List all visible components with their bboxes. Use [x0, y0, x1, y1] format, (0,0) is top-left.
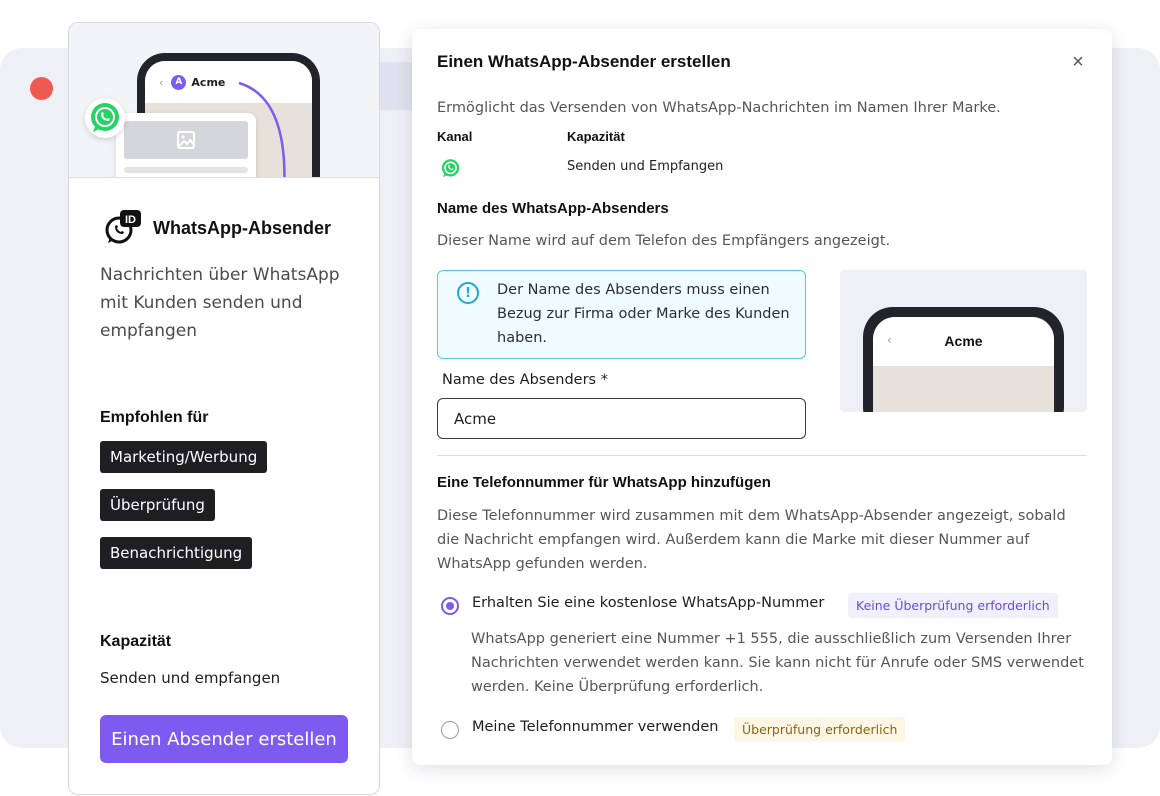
own-number-label[interactable]: Meine Telefonnummer verwenden	[472, 719, 718, 735]
info-text: Der Name des Absenders muss einen Bezug …	[497, 282, 790, 346]
no-verification-badge: Keine Überprüfung erforderlich	[848, 593, 1058, 618]
window-close-dot[interactable]	[30, 77, 53, 100]
card-title-row: ID WhatsApp-Absender	[103, 210, 331, 246]
sender-name-input[interactable]	[437, 398, 806, 439]
sender-id-icon: ID	[105, 210, 141, 244]
svg-text:ID: ID	[125, 214, 136, 226]
tag-marketing: Marketing/Werbung	[100, 441, 268, 473]
whatsapp-badge	[85, 98, 125, 138]
capacity-value: Senden und empfangen	[100, 669, 281, 687]
background-bar	[380, 62, 414, 110]
capacity-label: Kapazität	[567, 129, 625, 144]
info-callout: ! Der Name des Absenders muss einen Bezu…	[437, 270, 806, 359]
phone-contact-name: Acme	[191, 75, 226, 89]
arrow-icon	[238, 81, 286, 177]
phone-number-heading: Eine Telefonnummer für WhatsApp hinzufüg…	[437, 474, 771, 491]
card-title: WhatsApp-Absender	[153, 217, 332, 238]
hero-illustration: ‹ A Acme	[69, 23, 379, 178]
own-number-radio[interactable]	[441, 721, 459, 739]
verification-required-badge: Überprüfung erforderlich	[734, 717, 906, 742]
sender-name-heading: Name des WhatsApp-Absenders	[437, 200, 669, 217]
whatsapp-sender-card: ‹ A Acme ID WhatsApp-Absender Nachrichte…	[68, 22, 380, 795]
back-chevron-icon: ‹	[159, 75, 164, 89]
sender-name-description: Dieser Name wird auf dem Telefon des Emp…	[437, 233, 891, 249]
phone-preview: ‹ Acme	[840, 270, 1087, 412]
whatsapp-icon	[441, 159, 460, 178]
image-icon	[177, 131, 195, 149]
create-sender-modal: Einen WhatsApp-Absender erstellen × Ermö…	[412, 29, 1112, 765]
tag-notification: Benachrichtigung	[100, 537, 253, 569]
recommended-heading: Empfohlen für	[100, 409, 209, 426]
phone-number-description: Diese Telefonnummer wird zusammen mit de…	[437, 508, 1066, 572]
tag-verification: Überprüfung	[100, 489, 215, 521]
info-icon: !	[457, 282, 479, 304]
avatar: A	[171, 74, 187, 90]
section-divider	[437, 455, 1087, 456]
preview-sender-name: Acme	[944, 333, 983, 349]
preview-screen: ‹ Acme	[873, 317, 1054, 412]
capacity-value: Senden und Empfangen	[567, 159, 724, 174]
preview-header: ‹ Acme	[873, 317, 1054, 366]
channel-label: Kanal	[437, 129, 473, 144]
capacity-heading: Kapazität	[100, 633, 172, 650]
free-number-label[interactable]: Erhalten Sie eine kostenlose WhatsApp-Nu…	[472, 595, 824, 611]
sender-name-label: Name des Absenders *	[442, 372, 608, 388]
card-description: Nachrichten über WhatsApp mit Kunden sen…	[100, 265, 340, 341]
whatsapp-icon	[91, 103, 119, 132]
close-icon[interactable]: ×	[1067, 51, 1089, 73]
preview-phone: ‹ Acme	[863, 307, 1064, 412]
create-sender-button[interactable]: Einen Absender erstellen	[100, 715, 348, 763]
free-number-description: WhatsApp generiert eine Nummer +1 555, d…	[471, 631, 1084, 695]
modal-title: Einen WhatsApp-Absender erstellen	[437, 52, 731, 71]
modal-intro: Ermöglicht das Versenden von WhatsApp-Na…	[437, 100, 1001, 116]
free-number-radio[interactable]	[441, 597, 459, 615]
